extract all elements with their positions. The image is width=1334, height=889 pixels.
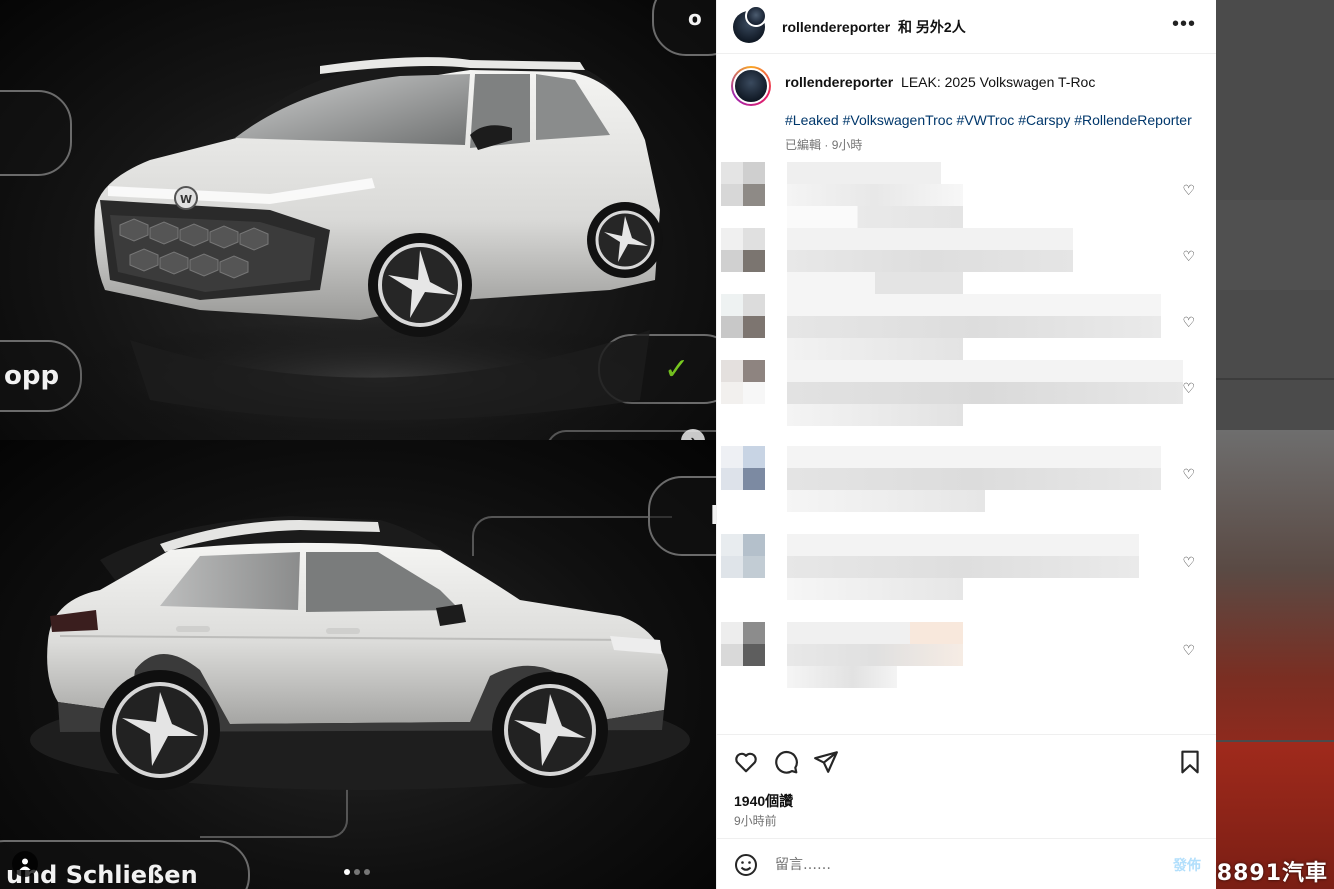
carousel-dot-3: [364, 869, 370, 875]
comment-text-blurred: [787, 360, 1183, 426]
svg-text:W: W: [180, 193, 192, 206]
coauthor-text[interactable]: 和 另外2人: [898, 19, 966, 35]
post-media-carousel[interactable]: opp o ✓: [0, 0, 716, 889]
comment-item: ♡: [721, 228, 1201, 294]
user-tag-icon[interactable]: [12, 851, 38, 877]
comment-item: ♡: [721, 360, 1201, 426]
comment-like-heart-icon[interactable]: ♡: [1182, 314, 1195, 331]
post-header: rollendereporter 和 另外2人 •••: [717, 0, 1216, 54]
like-count[interactable]: 1940個讚: [734, 791, 793, 811]
comment-avatar-blurred[interactable]: [721, 622, 765, 666]
comment-input[interactable]: [775, 853, 1135, 877]
comment-avatar-blurred[interactable]: [721, 162, 765, 206]
more-icon[interactable]: •••: [1172, 14, 1196, 34]
comment-item: ♡: [721, 622, 1201, 688]
coauthor-avatar[interactable]: [745, 4, 767, 27]
comment-like-heart-icon[interactable]: ♡: [1182, 380, 1195, 397]
emoji-icon[interactable]: [734, 853, 758, 877]
comment-item: ♡: [721, 294, 1201, 360]
comment-item: ♡: [721, 162, 1201, 228]
comment-like-heart-icon[interactable]: ♡: [1182, 248, 1195, 265]
comment-avatar-blurred[interactable]: [721, 446, 765, 490]
comment-item: ♡: [721, 534, 1201, 600]
caption-hashtags[interactable]: #Leaked #VolkswagenTroc #VWTroc #Carspy …: [785, 112, 1205, 128]
comment-text-blurred: [787, 622, 963, 688]
comment-text-blurred: [787, 162, 963, 228]
caption-line: rollendereporter LEAK: 2025 Volkswagen T…: [785, 74, 1205, 90]
car-front-image: W: [50, 57, 710, 440]
comment-like-heart-icon[interactable]: ♡: [1182, 182, 1195, 199]
bookmark-icon[interactable]: [1177, 749, 1203, 775]
post-comment-button[interactable]: 發佈: [1173, 855, 1201, 875]
caption-avatar[interactable]: [731, 66, 771, 106]
comment-text-blurred: [787, 446, 1161, 512]
comment-like-heart-icon[interactable]: ♡: [1182, 466, 1195, 483]
post-actions: 1940個讚 9小時前: [717, 734, 1217, 834]
post-side-panel: rollendereporter 和 另外2人 ••• rollenderepo…: [716, 0, 1217, 889]
comment-text-blurred: [787, 294, 1161, 360]
comment-text-blurred: [787, 534, 1139, 600]
heart-icon[interactable]: [733, 749, 759, 775]
comment-like-heart-icon[interactable]: ♡: [1182, 642, 1195, 659]
author-names[interactable]: rollendereporter 和 另外2人: [782, 17, 966, 37]
caption-time: 9小時: [831, 138, 863, 152]
carousel-indicator: [344, 869, 370, 875]
background-divider: [1216, 378, 1334, 380]
post-timestamp[interactable]: 9小時前: [734, 812, 777, 829]
media-photo-front-view: opp o ✓: [0, 0, 716, 440]
comment-item: ♡: [721, 446, 1201, 512]
author-username[interactable]: rollendereporter: [782, 19, 890, 35]
background-thumbnail: [1216, 430, 1334, 740]
carousel-dot-1: [344, 869, 350, 875]
carousel-dot-2: [354, 869, 360, 875]
comment-avatar-blurred[interactable]: [721, 228, 765, 272]
caption-username[interactable]: rollendereporter: [785, 74, 893, 90]
media-photo-side-view: F und Schließen: [0, 440, 716, 889]
car-side-image: [30, 516, 690, 790]
background-card: [1216, 200, 1334, 290]
edited-label: 已編輯: [785, 138, 822, 152]
add-comment-bar: 發佈: [717, 838, 1217, 889]
chevron-right-icon: ›: [690, 432, 695, 440]
background-page: 8891汽車: [1216, 0, 1334, 889]
comment-avatar-blurred[interactable]: [721, 360, 765, 404]
comment-avatar-blurred[interactable]: [721, 534, 765, 578]
author-avatar[interactable]: [733, 4, 767, 43]
watermark-logo: 8891汽車: [1216, 861, 1328, 886]
comment-like-heart-icon[interactable]: ♡: [1182, 554, 1195, 571]
caption-meta: 已編輯 · 9小時: [785, 136, 862, 153]
comment-avatar-blurred[interactable]: [721, 294, 765, 338]
meta-separator: ·: [824, 138, 832, 152]
comment-text-blurred: [787, 228, 1073, 294]
share-icon[interactable]: [813, 749, 839, 775]
caption-text: LEAK: 2025 Volkswagen T-Roc: [901, 74, 1096, 90]
comment-icon[interactable]: [773, 749, 799, 775]
